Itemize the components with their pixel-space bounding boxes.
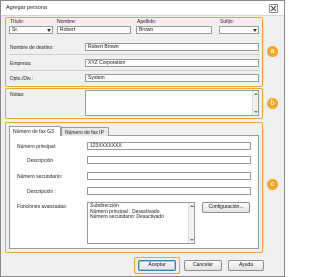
description-1-input[interactable] — [87, 156, 251, 164]
title-select[interactable]: Sr. — [9, 26, 53, 34]
main-number-label: Número principal: — [17, 144, 57, 150]
department-label: Dpto./Div.: — [10, 76, 33, 82]
description-2-label: Descripción : — [27, 189, 56, 195]
advanced-features-list: Subdirección Número principal : Desactiv… — [87, 202, 195, 244]
scroll-down-icon[interactable] — [190, 239, 194, 241]
suffix-select[interactable] — [219, 26, 259, 34]
cancel-button[interactable]: Cancelar — [184, 260, 222, 271]
scroll-down-icon[interactable] — [254, 111, 258, 113]
company-label: Empresa: — [10, 61, 32, 67]
description-1-label: Descripción — [27, 158, 54, 164]
callout-c-badge: c — [267, 179, 278, 190]
secondary-number-label: Número secundario: — [17, 174, 63, 180]
accept-button[interactable]: Aceptar — [138, 260, 176, 271]
main-number-input[interactable]: 123XXXXXXX — [87, 142, 251, 150]
company-input[interactable]: XYZ Corporation — [85, 59, 259, 67]
configure-button[interactable]: Configuración... — [202, 202, 250, 213]
add-person-dialog: Agregar persona a Título: Sr. Nombre: Ro… — [0, 0, 285, 277]
row-divider — [9, 54, 259, 55]
title-label: Título: — [10, 19, 24, 25]
close-icon[interactable] — [269, 4, 278, 13]
suffix-label: Sufijo: — [220, 19, 234, 25]
callout-a-badge: a — [267, 46, 278, 57]
department-input[interactable]: System — [85, 74, 259, 82]
first-name-input[interactable]: Robert — [57, 26, 131, 34]
last-name-input[interactable]: Brown — [136, 26, 212, 34]
notes-scrollbar[interactable] — [252, 91, 258, 115]
callout-b-badge: b — [267, 98, 278, 109]
last-name-label: Apellido: — [137, 19, 157, 25]
window-title: Agregar persona — [6, 5, 47, 11]
help-button[interactable]: Ayuda — [228, 260, 264, 271]
notes-label: Notas: — [10, 92, 25, 98]
chevron-down-icon — [253, 29, 257, 32]
first-name-label: Nombre: — [57, 19, 77, 25]
advanced-line: Número secundario: Desactivado — [90, 214, 164, 220]
destination-name-label: Nombre de destino: — [10, 45, 54, 51]
destination-name-input[interactable]: Robert Brown — [85, 43, 259, 51]
scroll-up-icon[interactable] — [254, 93, 258, 95]
advanced-scrollbar[interactable] — [188, 203, 194, 243]
tab-fax-ip[interactable]: Número de fax IP — [61, 127, 109, 136]
row-divider — [9, 70, 259, 71]
secondary-number-input[interactable] — [87, 172, 251, 180]
description-2-input[interactable] — [87, 187, 251, 195]
chevron-down-icon — [47, 29, 51, 32]
title-select-value: Sr. — [12, 27, 19, 33]
scroll-up-icon[interactable] — [190, 205, 194, 207]
notes-textarea[interactable] — [85, 90, 259, 116]
tab-fax-g3[interactable]: Número de fax G3 — [9, 126, 61, 136]
title-bar: Agregar persona — [1, 1, 284, 16]
advanced-features-label: Funciones avanzadas: — [17, 204, 68, 210]
